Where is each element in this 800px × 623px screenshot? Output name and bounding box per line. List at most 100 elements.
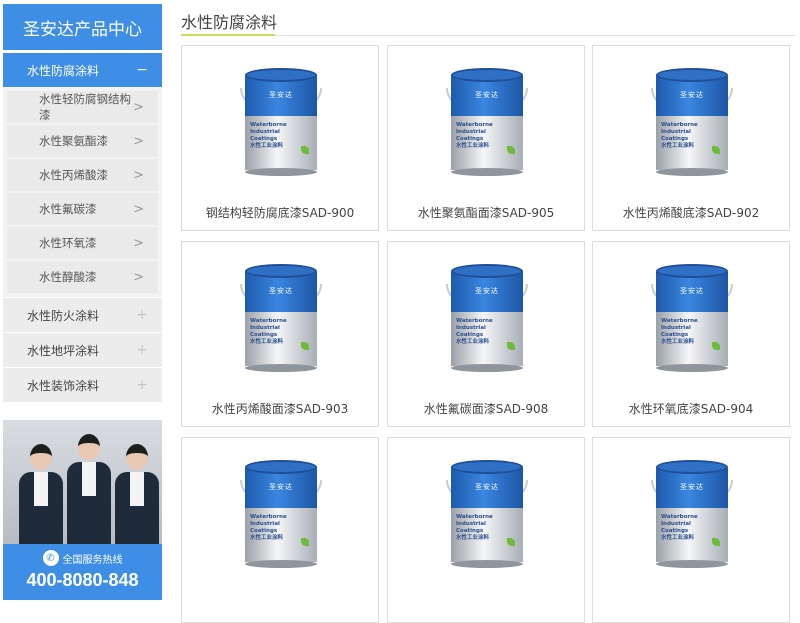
can-text-line2: Coatings [456,332,484,338]
subcategory-label: 水性氟碳漆 [39,202,97,216]
can-text-line2: Coatings [250,136,278,142]
can-brand: 圣安达 [269,287,293,295]
can-text-line1: Waterborne Industrial [456,514,493,527]
staff-figure [115,444,159,544]
paint-bucket-image: 圣安达 Waterborne Industrial Coatings 水性工业涂… [446,264,528,372]
can-text-line1: Waterborne Industrial [661,514,698,527]
staff-figure [67,434,111,544]
can-text-line1: Waterborne Industrial [250,122,287,135]
service-staff-photo [3,420,162,544]
can-text-line2: Coatings [661,528,689,534]
customer-service-banner[interactable]: ✆ 全国服务热线 400-8080-848 [3,420,162,600]
product-name: 水性丙烯酸底漆SAD-902 [622,206,760,220]
can-text-line1: Waterborne Industrial [456,318,493,331]
hotline-number: 400-8080-848 [26,570,139,590]
staff-figure [19,444,63,544]
subcategory-label: 水性聚氨酯漆 [39,134,108,148]
product-card[interactable]: 圣安达 Waterborne Industrial Coatings 水性工业涂… [387,241,585,427]
product-card[interactable]: 圣安达 Waterborne Industrial Coatings 水性工业涂… [181,45,379,231]
main-content: 水性防腐涂料 圣安达 Waterborne Industrial Coating… [181,0,795,623]
can-text-line1: Waterborne Industrial [661,318,698,331]
subcategory-list: 水性轻防腐钢结构漆 > 水性聚氨酯漆 > 水性丙烯酸漆 > 水性氟碳漆 > 水性环氧漆 >… [3,87,162,297]
product-card[interactable]: 圣安达 Waterborne Industrial Coatings 水性工业涂… [181,241,379,427]
sidebar-title: 圣安达产品中心 [3,4,162,50]
subcategory-label: 水性环氧漆 [39,236,97,250]
subcategory-label: 水性轻防腐钢结构漆 [39,92,131,122]
subcategory-item[interactable]: 水性聚氨酯漆 > [7,125,158,157]
can-text-line1: Waterborne Industrial [250,318,287,331]
can-brand: 圣安达 [475,287,499,295]
product-card[interactable]: 圣安达 Waterborne Industrial Coatings 水性工业涂… [387,437,585,623]
leaf-icon [507,146,515,154]
paint-bucket-image: 圣安达 Waterborne Industrial Coatings 水性工业涂… [240,264,322,372]
subcategory-item[interactable]: 水性醇酸漆 > [7,261,158,293]
phone-icon: ✆ [42,550,59,566]
subcategory-label: 水性丙烯酸漆 [39,168,108,182]
product-card[interactable]: 圣安达 Waterborne Industrial Coatings 水性工业涂… [181,437,379,623]
can-text-line2: Coatings [250,528,278,534]
category-label: 水性防火涂料 [27,308,100,323]
leaf-icon [507,538,515,546]
leaf-icon [301,146,309,154]
can-brand: 圣安达 [269,483,293,491]
paint-bucket-image: 圣安达 Waterborne Industrial Coatings 水性工业涂… [651,264,733,372]
product-name: 水性氟碳面漆SAD-908 [423,402,549,416]
can-text-line1: Waterborne Industrial [661,122,698,135]
can-text-line1: Waterborne Industrial [456,122,493,135]
category-waterborne-fireproof[interactable]: 水性防火涂料 + [3,298,162,332]
can-brand: 圣安达 [475,483,499,491]
leaf-icon [712,146,720,154]
hotline-label: 全国服务热线 [62,554,123,566]
can-text-line2: Coatings [456,528,484,534]
subcategory-label: 水性醇酸漆 [39,270,97,284]
subcategory-item[interactable]: 水性轻防腐钢结构漆 > [7,91,158,123]
paint-bucket-image: 圣安达 Waterborne Industrial Coatings 水性工业涂… [240,460,322,568]
can-text-line2: Coatings [661,136,689,142]
chevron-right-icon: > [133,201,144,217]
expand-icon: + [136,342,148,358]
page-header: 水性防腐涂料 [181,0,795,36]
paint-bucket-image: 圣安达 Waterborne Industrial Coatings 水性工业涂… [651,460,733,568]
leaf-icon [712,538,720,546]
leaf-icon [712,342,720,350]
page-title: 水性防腐涂料 [181,13,278,32]
leaf-icon [301,342,309,350]
category-label: 水性装饰涂料 [27,378,100,393]
can-brand: 圣安达 [680,91,704,99]
can-text-line2: Coatings [661,332,689,338]
category-waterborne-decorative[interactable]: 水性装饰涂料 + [3,368,162,402]
product-name: 水性环氧底漆SAD-904 [628,402,754,416]
subcategory-item[interactable]: 水性氟碳漆 > [7,193,158,225]
can-brand: 圣安达 [475,91,499,99]
paint-bucket-image: 圣安达 Waterborne Industrial Coatings 水性工业涂… [446,68,528,176]
category-waterborne-floor[interactable]: 水性地坪涂料 + [3,333,162,367]
category-label: 水性防腐涂料 [27,63,100,78]
subcategory-item[interactable]: 水性丙烯酸漆 > [7,159,158,191]
expand-icon: + [136,307,148,323]
can-text-line1: Waterborne Industrial [250,514,287,527]
chevron-right-icon: > [133,269,144,285]
subcategory-item[interactable]: 水性环氧漆 > [7,227,158,259]
paint-bucket-image: 圣安达 Waterborne Industrial Coatings 水性工业涂… [240,68,322,176]
expand-icon: + [136,377,148,393]
collapse-icon: − [136,62,148,78]
product-name: 水性聚氨酯面漆SAD-905 [417,206,555,220]
category-waterborne-anticorrosion[interactable]: 水性防腐涂料 − [3,53,162,87]
chevron-right-icon: > [133,99,144,115]
paint-bucket-image: 圣安达 Waterborne Industrial Coatings 水性工业涂… [446,460,528,568]
chevron-right-icon: > [133,133,144,149]
product-card[interactable]: 圣安达 Waterborne Industrial Coatings 水性工业涂… [592,241,790,427]
can-brand: 圣安达 [680,483,704,491]
product-card[interactable]: 圣安达 Waterborne Industrial Coatings 水性工业涂… [592,437,790,623]
product-sidebar: 圣安达产品中心 水性防腐涂料 − 水性轻防腐钢结构漆 > 水性聚氨酯漆 > 水性丙烯… [3,4,162,600]
chevron-right-icon: > [133,167,144,183]
product-card[interactable]: 圣安达 Waterborne Industrial Coatings 水性工业涂… [592,45,790,231]
product-name: 水性丙烯酸面漆SAD-903 [211,402,349,416]
product-card[interactable]: 圣安达 Waterborne Industrial Coatings 水性工业涂… [387,45,585,231]
leaf-icon [507,342,515,350]
category-label: 水性地坪涂料 [27,343,100,358]
leaf-icon [301,538,309,546]
can-brand: 圣安达 [680,287,704,295]
paint-bucket-image: 圣安达 Waterborne Industrial Coatings 水性工业涂… [651,68,733,176]
can-text-line2: Coatings [456,136,484,142]
